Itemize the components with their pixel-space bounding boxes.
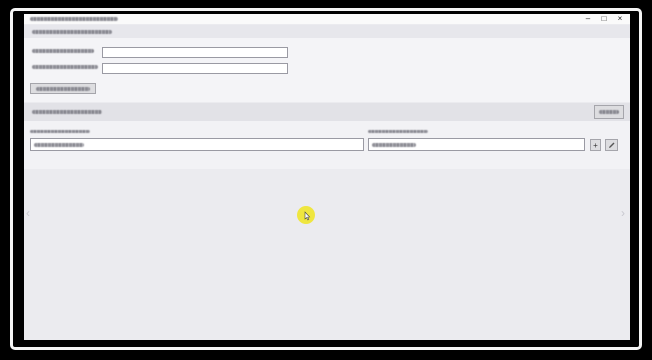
mouse-pointer-icon	[304, 211, 311, 221]
edit-button[interactable]	[605, 139, 618, 151]
app-window: – □ × + ‹ ›	[24, 14, 630, 340]
section1-action-button[interactable]	[30, 83, 96, 94]
title-bar: – □ ×	[24, 14, 630, 24]
field1-label	[32, 49, 94, 53]
column1-input[interactable]	[30, 138, 364, 151]
column2-label	[368, 130, 428, 133]
section1-title	[32, 30, 112, 34]
add-button[interactable]: +	[590, 139, 601, 151]
close-button[interactable]: ×	[616, 14, 624, 24]
section2-right-button-label	[599, 110, 619, 114]
section1-header	[24, 25, 630, 38]
chevron-right-icon[interactable]: ›	[621, 206, 625, 220]
section2-title	[32, 110, 102, 114]
minimize-button[interactable]: –	[584, 14, 592, 24]
section2-right-button[interactable]	[594, 105, 624, 119]
pencil-icon	[608, 142, 614, 148]
column1-value	[34, 143, 84, 147]
window-title	[30, 17, 118, 21]
field1-input[interactable]	[102, 47, 288, 58]
field2-label	[32, 65, 98, 69]
section1-body	[24, 38, 630, 102]
maximize-button[interactable]: □	[600, 14, 608, 24]
section2-body: +	[24, 121, 630, 169]
field2-input[interactable]	[102, 63, 288, 74]
cursor-highlight	[297, 206, 315, 224]
column1-label	[30, 130, 90, 133]
section1-action-label	[36, 87, 90, 91]
chevron-left-icon[interactable]: ‹	[26, 206, 30, 220]
section2-header	[24, 103, 630, 121]
column2-input[interactable]	[368, 138, 585, 151]
column2-value	[372, 143, 416, 147]
